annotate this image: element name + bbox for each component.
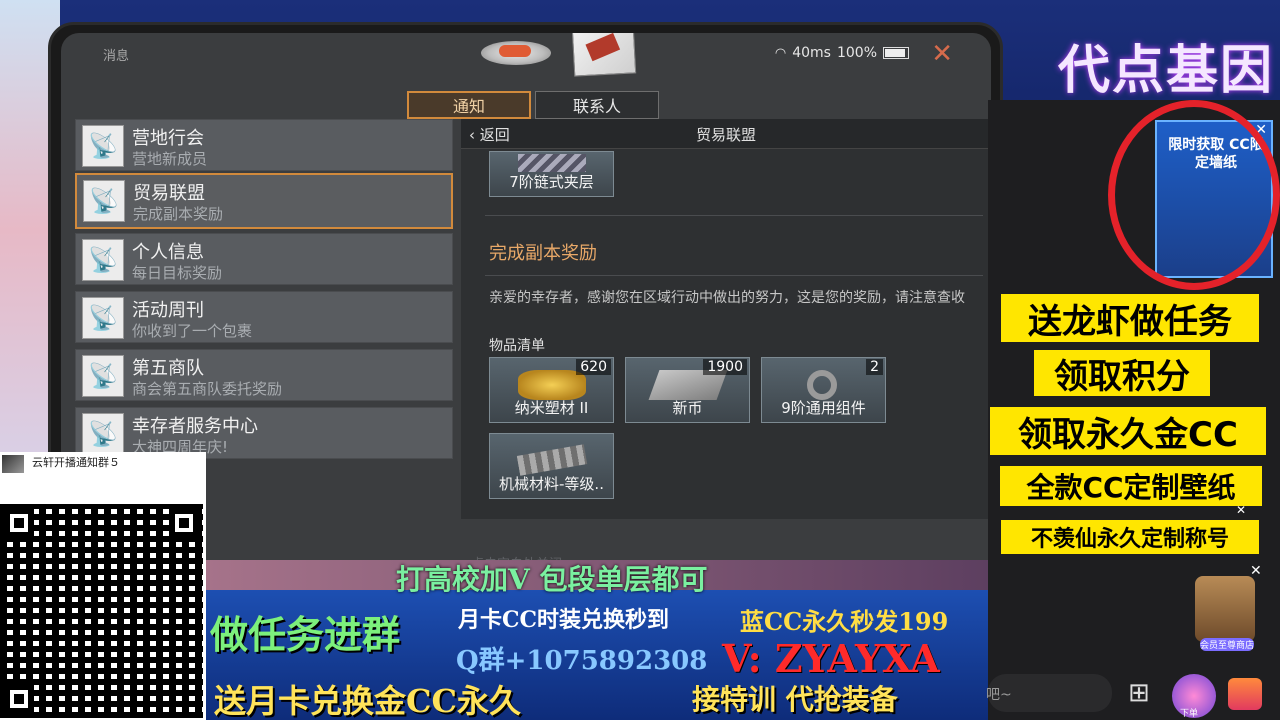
store-label: 会员至尊商店 <box>1200 638 1254 651</box>
gift-icon[interactable] <box>1228 678 1262 710</box>
detail-title: 贸易联盟 <box>695 126 756 144</box>
message-item[interactable]: 📡 个人信息 每日目标奖励 <box>75 233 453 285</box>
detail-header: ‹ 返回 贸易联盟 <box>461 119 991 149</box>
tab-contacts[interactable]: 联系人 <box>535 91 659 119</box>
battery-text: 100% <box>836 45 877 61</box>
item-card[interactable]: 7阶链式夹层 <box>489 151 614 197</box>
banner-text: 蓝CC永久秒发199 <box>740 607 949 636</box>
message-title: 贸易联盟 <box>133 183 205 204</box>
store-icon[interactable] <box>1195 576 1255 642</box>
dish-icon: 📡 <box>82 413 124 455</box>
message-subtitle: 你收到了一个包裹 <box>132 322 253 340</box>
dish-icon: 📡 <box>83 180 125 222</box>
banner-text: 做任务进群 <box>210 612 401 657</box>
divider <box>485 215 983 216</box>
status-bar: ◠ 40ms 100% <box>775 45 909 61</box>
mechanical-material-icon <box>516 444 588 476</box>
banner-text: 月卡CC时装兑换秒到 <box>458 607 670 633</box>
message-title: 营地行会 <box>132 128 204 149</box>
message-body: 亲爱的幸存者，感谢您在区域行动中做出的努力，这是您的奖励，请注意查收 <box>489 290 965 306</box>
overlay-title: 代点基因 <box>1058 40 1275 101</box>
chat-placeholder: 吧~ <box>986 687 1012 703</box>
battery-icon <box>883 47 909 59</box>
message-title: 个人信息 <box>132 242 204 263</box>
item-card[interactable]: 2 9阶通用组件 <box>761 357 886 423</box>
ping-text: 40ms <box>792 45 831 61</box>
qr-caption: 云轩开播通知群５ <box>32 456 120 469</box>
qr-finder <box>4 684 34 714</box>
message-item[interactable]: 📡 营地行会 营地新成员 <box>75 119 453 171</box>
chain-armor-icon <box>518 154 586 172</box>
message-title: 活动周刊 <box>132 300 204 321</box>
item-name: 纳米塑材 II <box>514 399 589 417</box>
divider <box>485 275 983 276</box>
item-name: 机械材料-等级.. <box>499 475 604 493</box>
manual-icon <box>571 33 637 77</box>
message-title: 第五商队 <box>132 358 204 379</box>
item-quantity: 2 <box>866 359 883 375</box>
qr-code <box>0 504 203 718</box>
qr-finder <box>169 508 199 538</box>
item-card[interactable]: 机械材料-等级.. <box>489 433 614 499</box>
banner-text: Q群+1075892308 <box>456 646 708 676</box>
tab-notifications[interactable]: 通知 <box>407 91 531 119</box>
group-avatar <box>2 455 24 473</box>
banner-text: V: ZYAYXA <box>722 636 940 681</box>
highlight-ring <box>1108 100 1280 290</box>
close-button[interactable]: ✕ <box>931 39 953 69</box>
message-detail: ‹ 返回 贸易联盟 7阶链式夹层 完成副本奖励 亲爱的幸存者，感谢您在区域行动中… <box>461 119 991 519</box>
dish-icon: 📡 <box>82 239 124 281</box>
item-card[interactable]: 1900 新币 <box>625 357 750 423</box>
food-icon <box>481 41 551 65</box>
gear-icon <box>807 370 837 400</box>
promo-line: 送龙虾做任务 <box>1001 294 1259 342</box>
item-card[interactable]: 620 纳米塑材 II <box>489 357 614 423</box>
banner-text: 接特训 代抢装备 <box>692 683 898 716</box>
close-icon[interactable]: ✕ <box>1236 503 1246 517</box>
message-item[interactable]: 📡 活动周刊 你收到了一个包裹 <box>75 291 453 343</box>
tab-bar: 通知 联系人 <box>407 91 659 119</box>
dish-icon: 📡 <box>82 125 124 167</box>
message-subtitle: 商会第五商队委托奖励 <box>132 380 283 398</box>
qr-finder <box>4 508 34 538</box>
message-subtitle: 每日目标奖励 <box>132 264 223 282</box>
item-quantity: 620 <box>576 359 611 375</box>
promo-line: 领取永久金CC <box>990 407 1266 455</box>
banner-text: 打高校加V 包段单层都可 <box>396 563 708 596</box>
grid-icon[interactable]: ⊞ <box>1128 678 1150 708</box>
item-name: 9阶通用组件 <box>781 399 866 417</box>
banner-text: 送月卡兑换金CC永久 <box>214 682 521 720</box>
dish-icon: 📡 <box>82 355 124 397</box>
message-item[interactable]: 📡 第五商队 商会第五商队委托奖励 <box>75 349 453 401</box>
promo-line: 领取积分 <box>1034 350 1210 397</box>
reward-heading: 完成副本奖励 <box>489 243 597 264</box>
dish-icon: 📡 <box>82 297 124 339</box>
top-bar: 消息 ◠ 40ms 100% ✕ <box>61 33 991 83</box>
item-name: 7阶链式夹层 <box>509 173 594 191</box>
qr-panel: 云轩开播通知群５ <box>0 452 206 720</box>
message-subtitle: 完成副本奖励 <box>133 205 224 223</box>
message-subtitle: 营地新成员 <box>132 150 208 168</box>
header-title: 消息 <box>103 49 130 64</box>
item-list-label: 物品清单 <box>489 338 545 354</box>
order-label: 下单 <box>1180 709 1199 719</box>
promo-line: 全款CC定制壁纸 <box>1000 466 1262 506</box>
message-title: 幸存者服务中心 <box>132 416 258 437</box>
wifi-icon: ◠ <box>774 45 787 61</box>
item-name: 新币 <box>672 399 703 417</box>
message-item-selected[interactable]: 📡 贸易联盟 完成副本奖励 <box>75 173 453 229</box>
item-quantity: 1900 <box>703 359 747 375</box>
promo-line: 不羡仙永久定制称号 <box>1001 520 1259 554</box>
